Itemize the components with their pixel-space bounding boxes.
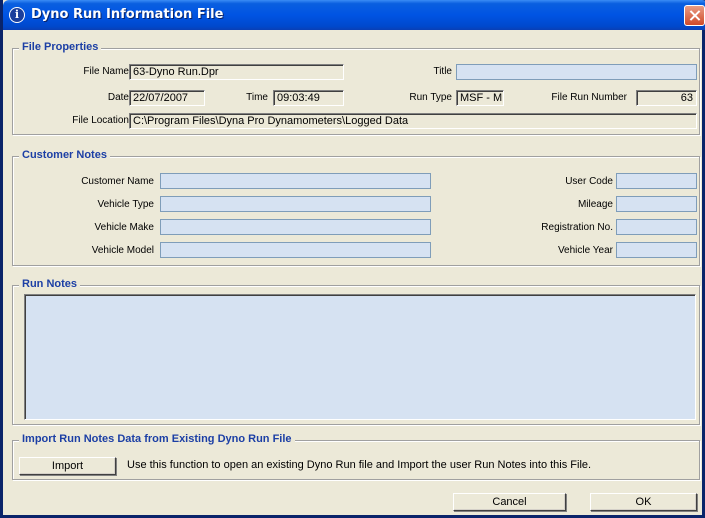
run-notes-textarea[interactable]	[24, 294, 696, 420]
import-description: Use this function to open an existing Dy…	[127, 459, 592, 471]
title-input[interactable]	[456, 64, 697, 80]
vehicle-year-label: Vehicle Year	[557, 245, 613, 256]
customer-notes-group: Customer Notes Customer Name Vehicle Typ…	[12, 149, 700, 266]
time-field: 09:03:49	[273, 90, 344, 106]
title-bar[interactable]: i Dyno Run Information File	[3, 0, 705, 30]
import-legend: Import Run Notes Data from Existing Dyno…	[19, 433, 295, 445]
dyno-run-info-dialog: i Dyno Run Information File File Propert…	[0, 0, 705, 518]
file-location-field: C:\Program Files\Dyna Pro Dynamometers\L…	[129, 113, 697, 129]
file-properties-legend: File Properties	[19, 41, 102, 53]
date-field: 22/07/2007	[129, 90, 205, 106]
file-run-number-label: File Run Number	[551, 92, 627, 103]
vehicle-year-input[interactable]	[616, 242, 697, 258]
ok-button[interactable]: OK	[590, 493, 697, 511]
registration-label: Registration No.	[541, 222, 613, 233]
registration-input[interactable]	[616, 219, 697, 235]
mileage-label: Mileage	[577, 199, 613, 210]
customer-name-label: Customer Name	[81, 176, 154, 187]
import-group: Import Run Notes Data from Existing Dyno…	[12, 433, 700, 480]
run-notes-group: Run Notes	[12, 278, 700, 425]
file-properties-group: File Properties File Name 63-Dyno Run.Dp…	[12, 41, 700, 135]
vehicle-type-input[interactable]	[160, 196, 431, 212]
file-location-label: File Location	[72, 115, 129, 126]
close-icon[interactable]	[684, 5, 705, 26]
customer-name-input[interactable]	[160, 173, 431, 189]
title-label: Title	[433, 66, 452, 77]
vehicle-make-input[interactable]	[160, 219, 431, 235]
time-label: Time	[246, 92, 268, 103]
mileage-input[interactable]	[616, 196, 697, 212]
vehicle-make-label: Vehicle Make	[94, 222, 154, 233]
file-name-field: 63-Dyno Run.Dpr	[129, 64, 344, 80]
window-title: Dyno Run Information File	[31, 7, 224, 22]
file-run-number-field: 63	[636, 90, 697, 106]
user-code-label: User Code	[565, 176, 613, 187]
info-icon: i	[9, 7, 25, 23]
cancel-button[interactable]: Cancel	[453, 493, 566, 511]
run-notes-legend: Run Notes	[19, 278, 80, 290]
vehicle-model-input[interactable]	[160, 242, 431, 258]
vehicle-model-label: Vehicle Model	[91, 245, 154, 256]
date-label: Date	[107, 92, 129, 103]
vehicle-type-label: Vehicle Type	[97, 199, 154, 210]
run-type-label: Run Type	[409, 92, 452, 103]
customer-notes-legend: Customer Notes	[19, 149, 110, 161]
import-button[interactable]: Import	[19, 457, 116, 475]
run-type-field: MSF - M	[456, 90, 504, 106]
user-code-input[interactable]	[616, 173, 697, 189]
file-name-label: File Name	[83, 66, 129, 77]
